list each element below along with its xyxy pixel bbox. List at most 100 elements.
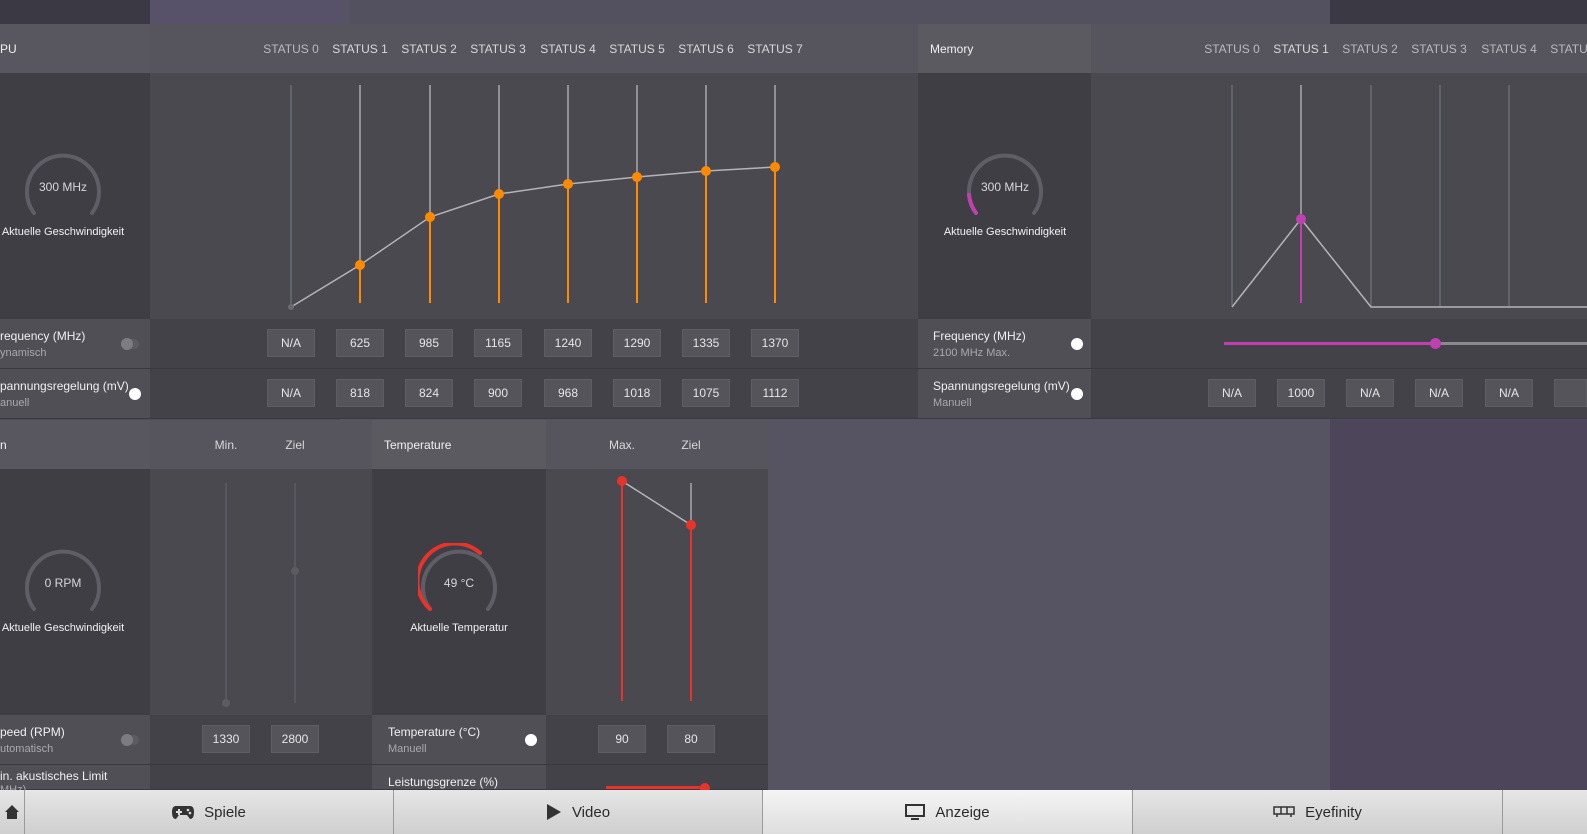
- gpu-volt-state-5[interactable]: 1018: [613, 379, 661, 407]
- tab-spiele[interactable]: Spiele: [25, 790, 394, 834]
- gpu-freq-state-7[interactable]: 1370: [751, 329, 799, 357]
- memory-volt-state-3[interactable]: N/A: [1415, 379, 1463, 407]
- gpu-state-0[interactable]: STATUS 0: [261, 42, 321, 56]
- gpu-frequency-toggle[interactable]: [121, 338, 139, 350]
- memory-volt-state-2[interactable]: N/A: [1346, 379, 1394, 407]
- gpu-frequency-label-cell: requency (MHz) ynamisch: [0, 319, 150, 369]
- gpu-state-1[interactable]: STATUS 1: [330, 42, 390, 56]
- gpu-volt-state-2[interactable]: 824: [405, 379, 453, 407]
- temperature-row: 90 80: [546, 715, 768, 765]
- gpu-volt-state-4[interactable]: 968: [544, 379, 592, 407]
- temperature-value: 49 °C: [443, 576, 475, 590]
- gpu-volt-state-3[interactable]: 900: [474, 379, 522, 407]
- temperature-toggle[interactable]: [525, 734, 537, 746]
- gpu-header-label-cell: PU: [0, 24, 150, 73]
- fan-min-value[interactable]: 1330: [202, 725, 250, 753]
- gpu-voltage-label-cell: pannungsregelung (mV) anuell: [0, 369, 150, 419]
- gpu-voltage-label: pannungsregelung (mV): [0, 379, 129, 393]
- memory-gauge-cell: 300 MHz Aktuelle Geschwindigkeit: [918, 73, 1091, 319]
- fan-curve[interactable]: [150, 469, 372, 715]
- gpu-freq-state-2[interactable]: 985: [405, 329, 453, 357]
- gpu-freq-state-6[interactable]: 1335: [682, 329, 730, 357]
- temperature-gauge-label: Aktuelle Temperatur: [410, 622, 508, 634]
- fan-title: n: [0, 438, 7, 452]
- power-limit-label-cell: Leistungsgrenze (%): [372, 765, 546, 790]
- fan-speed-toggle[interactable]: [121, 734, 139, 746]
- gpu-volt-state-1[interactable]: 818: [336, 379, 384, 407]
- gpu-state-header: STATUS 0 STATUS 1 STATUS 2 STATUS 3 STAT…: [150, 24, 918, 73]
- gpu-volt-state-0[interactable]: N/A: [267, 379, 315, 407]
- fan-speed-mode: utomatisch: [0, 743, 54, 755]
- home-icon: [5, 805, 19, 819]
- memory-volt-state-1[interactable]: 1000: [1277, 379, 1325, 407]
- gpu-state-curve[interactable]: [150, 73, 918, 319]
- memory-state-curve[interactable]: [1091, 73, 1587, 319]
- memory-state-1[interactable]: STATUS 1: [1271, 42, 1331, 56]
- memory-frequency-slider-thumb[interactable]: [1429, 338, 1441, 349]
- gpu-state-5[interactable]: STATUS 5: [607, 42, 667, 56]
- temperature-col-max: Max.: [608, 438, 635, 452]
- memory-state-3[interactable]: STATUS 3: [1409, 42, 1469, 56]
- temperature-header-label-cell: Temperature: [372, 420, 546, 469]
- tab-eyefinity-label: Eyefinity: [1305, 803, 1362, 821]
- gpu-freq-state-5[interactable]: 1290: [613, 329, 661, 357]
- memory-voltage-toggle[interactable]: [1071, 388, 1083, 400]
- gpu-state-7[interactable]: STATUS 7: [745, 42, 805, 56]
- gpu-state-6[interactable]: STATUS 6: [676, 42, 736, 56]
- gpu-title: PU: [0, 42, 17, 56]
- gpu-frequency-row: N/A 625 985 1165 1240 1290 1335 1370: [150, 319, 918, 369]
- memory-frequency-label-cell: Frequency (MHz) 2100 MHz Max.: [918, 319, 1091, 369]
- gpu-freq-state-3[interactable]: 1165: [474, 329, 522, 357]
- temperature-target-value[interactable]: 80: [667, 725, 715, 753]
- fan-col-target: Ziel: [285, 438, 305, 452]
- home-button[interactable]: [0, 790, 25, 834]
- gpu-voltage-toggle[interactable]: [129, 388, 141, 400]
- fan-speed-label: Aktuelle Geschwindigkeit: [1, 622, 125, 634]
- tab-spiele-label: Spiele: [204, 803, 246, 821]
- fan-speed-row: 1330 2800: [150, 715, 372, 765]
- tab-video[interactable]: Video: [394, 790, 763, 834]
- gpu-state-3[interactable]: STATUS 3: [468, 42, 528, 56]
- memory-state-5[interactable]: STATUS 5: [1548, 42, 1587, 56]
- memory-voltage-mode: Manuell: [933, 397, 972, 409]
- fan-acoustic-label-cell: in. akustisches Limit MHz): [0, 765, 150, 796]
- power-limit-slider-fill[interactable]: [606, 786, 706, 789]
- memory-state-header: STATUS 0 STATUS 1 STATUS 2 STATUS 3 STAT…: [1091, 24, 1587, 73]
- temperature-gauge-cell: 49 °C Aktuelle Temperatur: [372, 469, 546, 715]
- gpu-volt-state-6[interactable]: 1075: [682, 379, 730, 407]
- gpu-freq-state-1[interactable]: 625: [336, 329, 384, 357]
- gpu-freq-state-4[interactable]: 1240: [544, 329, 592, 357]
- background-strip: [150, 0, 350, 24]
- memory-frequency-max: 2100 MHz Max.: [933, 347, 1011, 359]
- tab-video-label: Video: [571, 803, 611, 821]
- memory-state-2[interactable]: STATUS 2: [1340, 42, 1400, 56]
- temperature-row-label: Temperature (°C): [388, 725, 481, 739]
- temperature-column-header: Max. Ziel: [546, 420, 768, 469]
- gpu-voltage-row: N/A 818 824 900 968 1018 1075 1112: [150, 369, 918, 419]
- memory-state-4[interactable]: STATUS 4: [1479, 42, 1539, 56]
- memory-voltage-row: N/A 1000 N/A N/A N/A: [1091, 369, 1587, 419]
- tab-eyefinity[interactable]: Eyefinity: [1133, 790, 1503, 834]
- fan-target-value[interactable]: 2800: [271, 725, 319, 753]
- background-right-area: [1330, 420, 1587, 790]
- temperature-curve[interactable]: [546, 469, 768, 715]
- memory-voltage-label: Spannungsregelung (mV): [933, 379, 1070, 393]
- memory-volt-state-4[interactable]: N/A: [1485, 379, 1533, 407]
- tab-anzeige[interactable]: Anzeige: [763, 790, 1133, 834]
- gpu-state-4[interactable]: STATUS 4: [538, 42, 598, 56]
- memory-header-label-cell: Memory: [918, 24, 1091, 73]
- memory-frequency-toggle[interactable]: [1071, 338, 1083, 350]
- memory-state-0[interactable]: STATUS 0: [1202, 42, 1262, 56]
- fan-header-label-cell: n: [0, 420, 150, 469]
- fan-gauge-cell: 0 RPM Aktuelle Geschwindigkeit: [0, 469, 150, 715]
- tab-more[interactable]: [1503, 790, 1587, 834]
- temperature-max-value[interactable]: 90: [598, 725, 646, 753]
- memory-volt-state-5[interactable]: [1554, 379, 1587, 407]
- power-limit-row: [546, 765, 768, 793]
- gpu-state-2[interactable]: STATUS 2: [399, 42, 459, 56]
- gpu-freq-state-0[interactable]: N/A: [267, 329, 315, 357]
- gpu-volt-state-7[interactable]: 1112: [751, 379, 799, 407]
- memory-volt-state-0[interactable]: N/A: [1208, 379, 1256, 407]
- power-limit-label: Leistungsgrenze (%): [388, 775, 499, 789]
- temperature-col-target: Ziel: [681, 438, 701, 452]
